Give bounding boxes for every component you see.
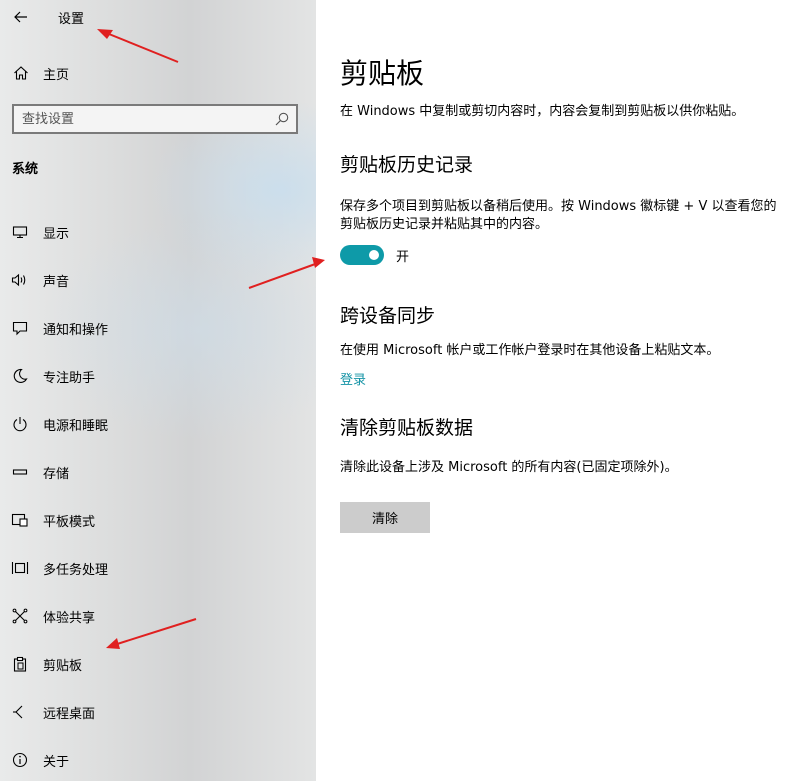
share-icon: [11, 607, 29, 625]
sidebar-item-shared-experiences[interactable]: 体验共享: [0, 592, 316, 640]
sync-description: 在使用 Microsoft 帐户或工作帐户登录时在其他设备上粘贴文本。: [340, 343, 720, 358]
multitask-icon: [11, 559, 29, 577]
history-toggle[interactable]: [340, 245, 384, 265]
sidebar-item-display[interactable]: 显示: [0, 208, 316, 256]
clipboard-icon: [11, 655, 29, 673]
sidebar-item-label: 专注助手: [43, 370, 96, 386]
sidebar-item-label: 主页: [43, 67, 70, 83]
sidebar-item-sound[interactable]: 声音: [0, 256, 316, 304]
sidebar-item-label: 平板模式: [43, 514, 96, 530]
sidebar-item-about[interactable]: 关于: [0, 736, 316, 781]
toggle-state-label: 开: [396, 249, 410, 265]
settings-window: 设置 主页 系统: [0, 0, 802, 781]
section-heading: 系统: [12, 162, 39, 177]
page-title: 剪贴板: [340, 57, 425, 90]
sidebar-item-remote-desktop[interactable]: 远程桌面: [0, 688, 316, 736]
monitor-icon: [11, 223, 29, 241]
sidebar-item-label: 远程桌面: [43, 706, 96, 722]
sidebar-item-label: 关于: [43, 754, 70, 770]
sidebar-item-label: 通知和操作: [43, 322, 109, 338]
clear-button[interactable]: 清除: [340, 502, 430, 533]
history-heading: 剪贴板历史记录: [340, 154, 474, 176]
sidebar-item-label: 声音: [43, 274, 70, 290]
sidebar-item-tablet-mode[interactable]: 平板模式: [0, 496, 316, 544]
sidebar-item-focus-assist[interactable]: 专注助手: [0, 352, 316, 400]
sidebar-nav: 显示 声音 通知和操作 专注助手 电源和睡眠 存储 平板模式 多任务处理 体验共…: [0, 208, 316, 781]
moon-icon: [11, 367, 29, 385]
sidebar-item-label: 体验共享: [43, 610, 96, 626]
speaker-icon: [11, 271, 29, 289]
tablet-icon: [11, 511, 29, 529]
sign-in-link[interactable]: 登录: [340, 369, 366, 388]
back-button[interactable]: [10, 6, 32, 28]
info-icon: [11, 751, 29, 769]
sidebar-item-label: 电源和睡眠: [43, 418, 109, 434]
remote-desktop-icon: [11, 703, 29, 721]
clear-description: 清除此设备上涉及 Microsoft 的所有内容(已固定项除外)。: [340, 460, 678, 475]
sync-heading: 跨设备同步: [340, 305, 436, 327]
storage-icon: [11, 463, 29, 481]
power-icon: [11, 415, 29, 433]
sidebar-item-multitasking[interactable]: 多任务处理: [0, 544, 316, 592]
history-description: 保存多个项目到剪贴板以备稍后使用。按 Windows 徽标键 + V 以查看您的…: [340, 199, 777, 232]
search-icon[interactable]: [274, 111, 290, 127]
toggle-knob: [369, 250, 379, 260]
sidebar-item-power-sleep[interactable]: 电源和睡眠: [0, 400, 316, 448]
intro-text: 在 Windows 中复制或剪切内容时，内容会复制到剪贴板以供你粘贴。: [340, 104, 745, 119]
sidebar-item-label: 多任务处理: [43, 562, 109, 578]
search-box[interactable]: [12, 104, 298, 134]
sidebar-item-label: 剪贴板: [43, 658, 83, 674]
sidebar-item-notifications[interactable]: 通知和操作: [0, 304, 316, 352]
arrow-left-icon: [14, 11, 28, 23]
sidebar-item-label: 显示: [43, 226, 70, 242]
history-toggle-row: 开: [340, 244, 409, 266]
notification-icon: [11, 319, 29, 337]
main-content: 剪贴板 在 Windows 中复制或剪切内容时，内容会复制到剪贴板以供你粘贴。 …: [316, 0, 802, 781]
title-bar: 设置: [0, 0, 316, 34]
sidebar-item-storage[interactable]: 存储: [0, 448, 316, 496]
search-input[interactable]: [22, 110, 262, 128]
home-icon: [12, 64, 30, 82]
app-title: 设置: [58, 12, 85, 27]
sidebar-item-label: 存储: [43, 466, 70, 482]
clear-heading: 清除剪贴板数据: [340, 417, 474, 439]
sidebar-item-home[interactable]: 主页: [0, 58, 316, 88]
sidebar: 设置 主页 系统: [0, 0, 316, 781]
sidebar-item-clipboard[interactable]: 剪贴板: [0, 640, 316, 688]
